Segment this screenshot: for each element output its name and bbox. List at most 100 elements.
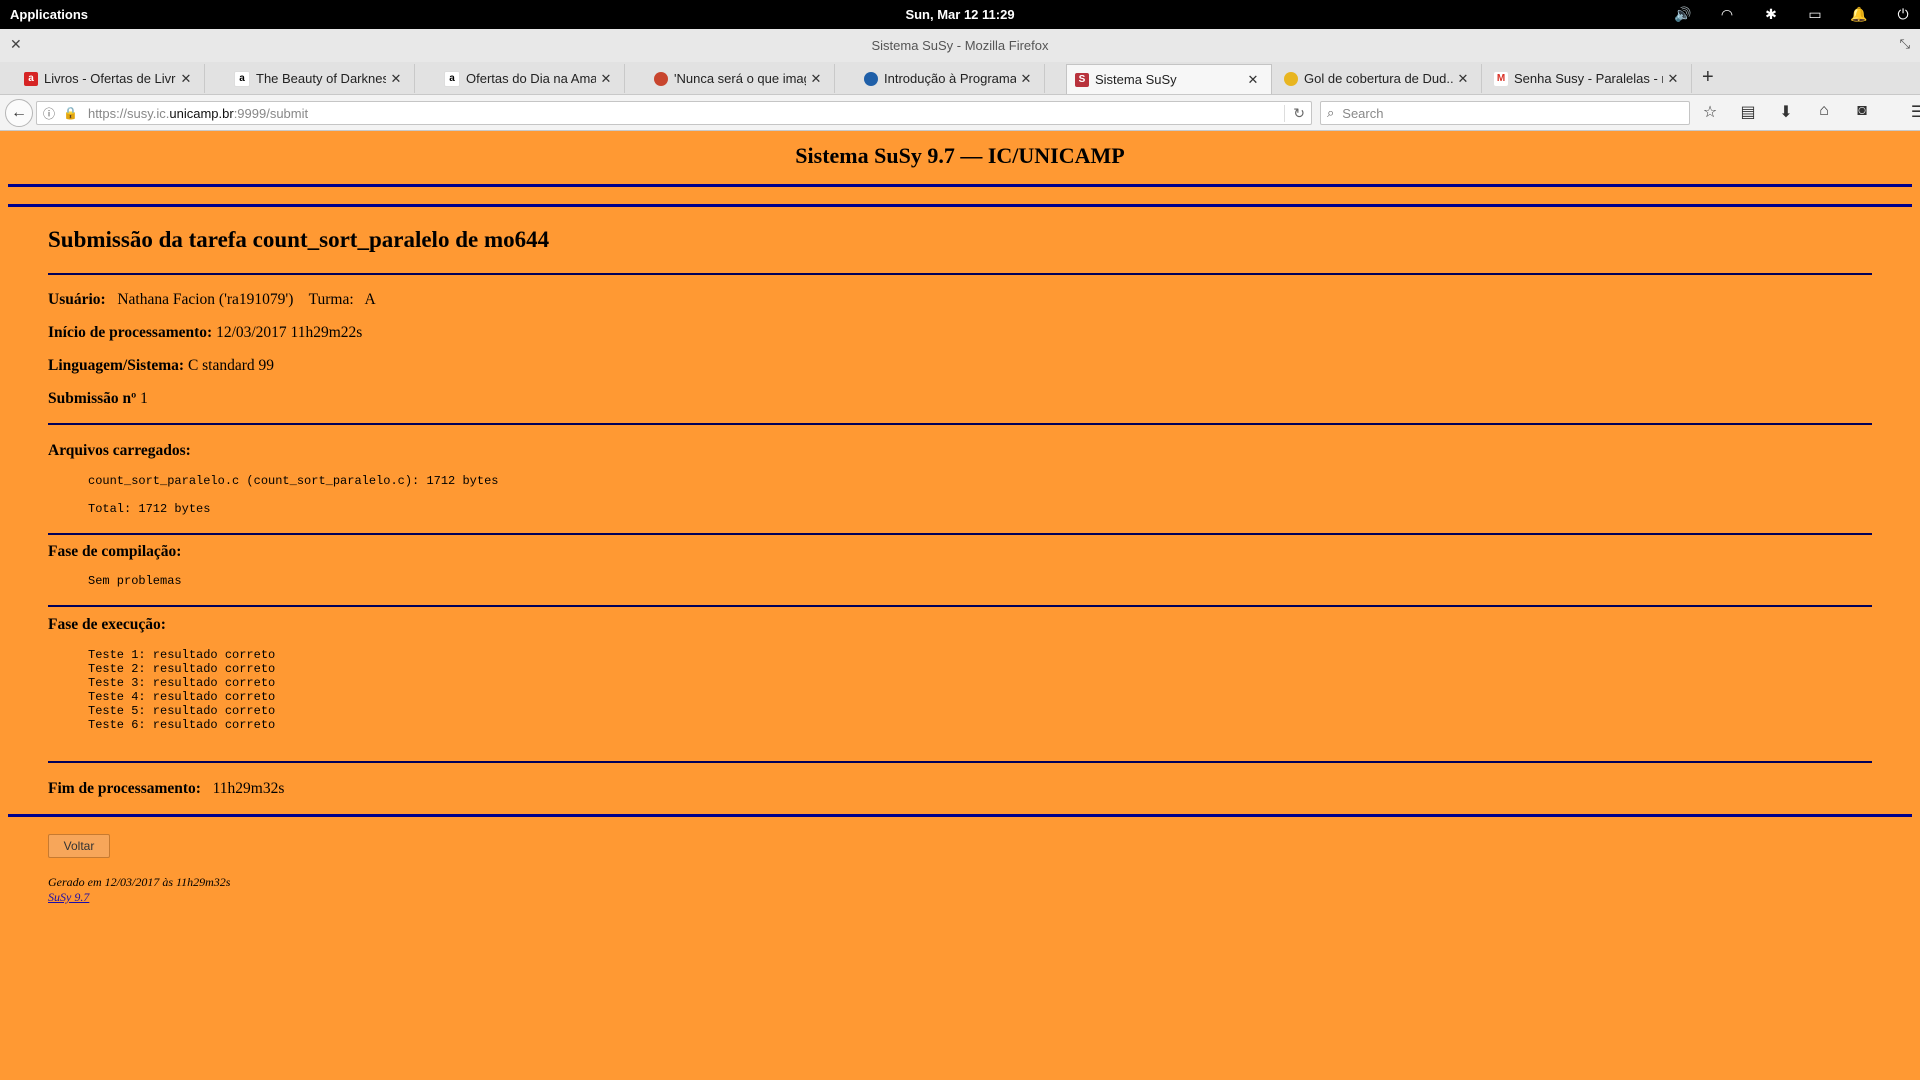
url-bar[interactable]: ⓘ 🔒 https://susy.ic.unicamp.br:9999/subm… xyxy=(36,101,1312,125)
linguagem-label: Linguagem/Sistema: xyxy=(48,357,185,374)
tab-label: The Beauty of Darkness - ... xyxy=(256,71,386,86)
inicio-label: Início de processamento: xyxy=(48,324,213,341)
test-result-line: Teste 6: resultado correto xyxy=(88,718,276,732)
test-result-line: Teste 5: resultado correto xyxy=(88,704,276,718)
pocket-icon[interactable]: ◙ xyxy=(1852,102,1872,122)
header-divider xyxy=(8,204,1912,207)
section-divider xyxy=(48,605,1872,607)
tab-label: Introdução à Programaçã... xyxy=(884,71,1016,86)
notification-bell-icon[interactable]: 🔔 xyxy=(1850,6,1868,23)
tab-label: 'Nunca será o que imagin... xyxy=(674,71,806,86)
usuario-value: Nathana Facion ('ra191079') xyxy=(117,291,294,308)
submission-heading: Submissão da tarefa count_sort_paralelo … xyxy=(48,227,550,252)
tab-close-icon[interactable]: ✕ xyxy=(386,71,406,87)
compilacao-label: Fase de compilação: xyxy=(48,543,182,560)
tab-introducao-programacao[interactable]: Introdução à Programaçã... ✕ xyxy=(840,64,1045,93)
search-placeholder: Search xyxy=(1342,105,1384,121)
volume-icon[interactable]: 🔊 xyxy=(1674,6,1692,23)
submissao-value: 1 xyxy=(140,390,148,407)
menu-hamburger-icon[interactable]: ☰ xyxy=(1908,102,1920,122)
amazon-icon: a xyxy=(444,70,460,87)
section-divider xyxy=(48,533,1872,535)
window-title: Sistema SuSy - Mozilla Firefox xyxy=(871,38,1049,53)
search-input[interactable]: ⌕ Search xyxy=(1320,101,1690,125)
fim-row: Fim de processamento: 11h29m32s xyxy=(48,780,284,798)
tab-ofertas-do-dia[interactable]: a Ofertas do Dia na Amazo... ✕ xyxy=(420,64,625,93)
tab-gol-de-cobertura[interactable]: Gol de cobertura de Dud... ✕ xyxy=(1272,64,1482,93)
system-tray: 🔊 ◠ ✱ ▭ 🔔 ⏻ xyxy=(1674,0,1912,29)
tab-senha-susy[interactable]: M Senha Susy - Paralelas - n... ✕ xyxy=(1482,64,1692,93)
gmail-icon: M xyxy=(1494,71,1508,86)
tab-label: Senha Susy - Paralelas - n... xyxy=(1514,71,1663,86)
arquivo-line: count_sort_paralelo.c (count_sort_parale… xyxy=(88,474,499,488)
download-icon[interactable]: ⬇ xyxy=(1776,102,1796,122)
tab-close-icon[interactable]: ✕ xyxy=(806,71,826,87)
tab-sistema-susy[interactable]: S Sistema SuSy ✕ xyxy=(1066,64,1272,94)
tab-close-icon[interactable]: ✕ xyxy=(1243,72,1263,88)
amazon-icon: a xyxy=(234,70,250,87)
url-text[interactable]: https://susy.ic.unicamp.br:9999/submit xyxy=(88,106,308,121)
test-result-line: Teste 2: resultado correto xyxy=(88,662,276,676)
globo-icon xyxy=(1284,71,1298,86)
tab-label: Ofertas do Dia na Amazo... xyxy=(466,71,596,86)
new-tab-plus-icon[interactable]: + xyxy=(1702,66,1714,89)
section-divider xyxy=(48,423,1872,425)
turma-label: Turma: xyxy=(308,291,354,308)
navigation-toolbar: ← ⓘ 🔒 https://susy.ic.unicamp.br:9999/su… xyxy=(0,95,1920,131)
reload-icon[interactable]: ↻ xyxy=(1284,104,1305,122)
lock-icon[interactable]: 🔒 xyxy=(63,106,78,120)
wifi-icon[interactable]: ◠ xyxy=(1718,6,1736,23)
page-content: Sistema SuSy 9.7 — IC/UNICAMP Submissão … xyxy=(0,131,1920,1080)
window-restore-icon[interactable]: ⤡ xyxy=(1900,36,1910,52)
linguagem-value: C standard 99 xyxy=(187,357,275,374)
site-header-title: Sistema SuSy 9.7 — IC/UNICAMP xyxy=(795,143,1125,168)
url-suffix: :9999/submit xyxy=(233,105,309,121)
bluetooth-icon[interactable]: ✱ xyxy=(1762,6,1780,23)
tab-strip: a Livros - Ofertas de Livros ... ✕ a The… xyxy=(0,62,1920,95)
tab-label: Gol de cobertura de Dud... xyxy=(1304,71,1453,86)
tab-livros[interactable]: a Livros - Ofertas de Livros ... ✕ xyxy=(0,64,205,93)
power-icon[interactable]: ⏻ xyxy=(1894,6,1912,23)
home-icon[interactable]: ⌂ xyxy=(1814,102,1834,122)
url-prefix: https://susy.ic. xyxy=(87,105,170,121)
tab-label: Sistema SuSy xyxy=(1095,72,1177,87)
voltar-button[interactable]: Voltar xyxy=(48,834,110,858)
search-icon: ⌕ xyxy=(1327,105,1335,120)
test-result-line: Teste 3: resultado correto xyxy=(88,676,276,690)
amazon-icon: a xyxy=(24,71,38,86)
tab-nunca-sera[interactable]: 'Nunca será o que imagin... ✕ xyxy=(630,64,835,93)
compilacao-value: Sem problemas xyxy=(88,574,182,588)
clock[interactable]: Sun, Mar 12 11:29 xyxy=(0,7,1920,22)
test-results: Teste 1: resultado correto Teste 2: resu… xyxy=(88,648,275,732)
test-result-line: Teste 1: resultado correto xyxy=(88,648,276,662)
inicio-value: 12/03/2017 11h29m22s xyxy=(216,324,363,341)
tab-close-icon[interactable]: ✕ xyxy=(596,71,616,87)
generated-timestamp: Gerado em 12/03/2017 às 11h29m32s xyxy=(48,875,231,889)
test-result-line: Teste 4: resultado correto xyxy=(88,690,276,704)
info-icon[interactable]: ⓘ xyxy=(43,105,55,122)
back-arrow-icon[interactable]: ← xyxy=(5,99,33,127)
submissao-row: Submissão nº 1 xyxy=(48,390,148,408)
reading-list-icon[interactable]: ▤ xyxy=(1738,102,1758,122)
susy-version-link[interactable]: SuSy 9.7 xyxy=(48,890,89,904)
susy-icon: S xyxy=(1075,72,1089,87)
footer: Gerado em 12/03/2017 às 11h29m32s SuSy 9… xyxy=(48,875,230,905)
tab-close-icon[interactable]: ✕ xyxy=(1453,71,1473,87)
inicio-row: Início de processamento: 12/03/2017 11h2… xyxy=(48,324,362,342)
course-site-icon xyxy=(864,71,878,86)
tab-label: Livros - Ofertas de Livros ... xyxy=(44,71,176,86)
header-divider xyxy=(8,184,1912,187)
tab-close-icon[interactable]: ✕ xyxy=(1016,71,1036,87)
linguagem-row: Linguagem/Sistema: C standard 99 xyxy=(48,357,274,375)
usuario-row: Usuário: Nathana Facion ('ra191079') Tur… xyxy=(48,291,376,309)
tab-close-icon[interactable]: ✕ xyxy=(1663,71,1683,87)
tab-beauty-of-darkness[interactable]: a The Beauty of Darkness - ... ✕ xyxy=(210,64,415,93)
fim-value: 11h29m32s xyxy=(212,780,285,797)
battery-icon[interactable]: ▭ xyxy=(1806,6,1824,23)
tab-close-icon[interactable]: ✕ xyxy=(176,71,196,87)
toolbar-icons: ☆ ▤ ⬇ ⌂ ◙ ☰ xyxy=(1700,102,1920,122)
section-divider xyxy=(48,761,1872,763)
window-title-bar: ✕ Sistema SuSy - Mozilla Firefox ⤡ xyxy=(0,29,1920,63)
fim-label: Fim de processamento: xyxy=(48,780,201,797)
bookmark-star-icon[interactable]: ☆ xyxy=(1700,102,1720,122)
